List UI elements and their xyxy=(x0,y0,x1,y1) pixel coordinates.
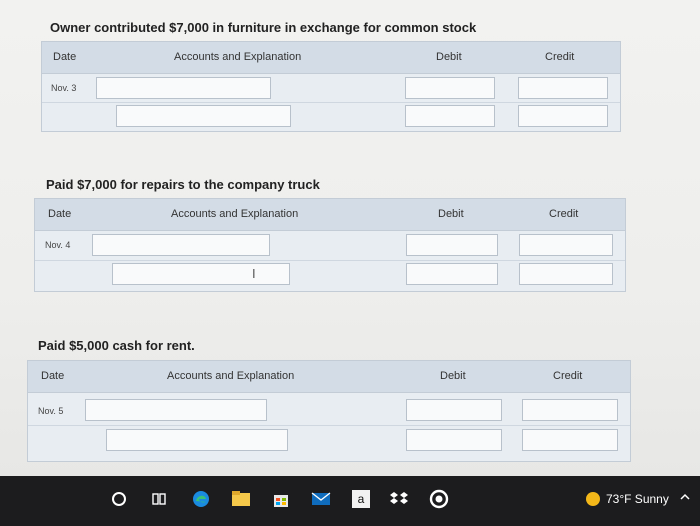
task-view-icon[interactable] xyxy=(148,488,170,510)
credit-input-1[interactable] xyxy=(518,77,608,99)
sun-icon xyxy=(586,492,600,506)
account-input-credit-3[interactable] xyxy=(106,429,288,451)
dropbox-icon[interactable] xyxy=(388,488,410,510)
browser-content: Owner contributed $7,000 in furniture in… xyxy=(0,0,700,476)
header-date: Date xyxy=(41,370,65,382)
journal-table-2-header: Date Accounts and Explanation Debit Cred… xyxy=(35,199,625,231)
header-date: Date xyxy=(48,208,72,220)
journal-table-1-header: Date Accounts and Explanation Debit Cred… xyxy=(42,42,620,74)
journal-table-1: Date Accounts and Explanation Debit Cred… xyxy=(41,41,621,132)
problem-1-prompt: Owner contributed $7,000 in furniture in… xyxy=(50,20,477,35)
header-credit: Credit xyxy=(553,370,583,382)
mail-icon[interactable] xyxy=(310,488,332,510)
header-accounts: Accounts and Explanation xyxy=(171,208,299,220)
text-cursor-icon: I xyxy=(252,266,256,281)
file-explorer-icon[interactable] xyxy=(230,488,252,510)
credit-input-2[interactable] xyxy=(519,234,613,256)
account-input-credit-1[interactable] xyxy=(116,105,291,127)
store-icon[interactable] xyxy=(270,488,292,510)
problem-3-prompt: Paid $5,000 cash for rent. xyxy=(38,338,195,353)
amazon-label: a xyxy=(352,490,370,508)
header-debit: Debit xyxy=(436,51,462,63)
weather-text: 73°F Sunny xyxy=(606,492,669,506)
header-credit: Credit xyxy=(545,51,575,63)
row-divider xyxy=(35,260,625,261)
account-input-debit-2[interactable] xyxy=(92,234,270,256)
journal-table-2: Date Accounts and Explanation Debit Cred… xyxy=(34,198,626,292)
amazon-icon[interactable]: a xyxy=(350,488,372,510)
debit-input-1[interactable] xyxy=(405,77,495,99)
search-icon[interactable] xyxy=(108,488,130,510)
debit-input-1b[interactable] xyxy=(405,105,495,127)
debit-input-2[interactable] xyxy=(406,234,498,256)
weather-widget[interactable]: 73°F Sunny xyxy=(586,492,669,506)
header-credit: Credit xyxy=(549,208,579,220)
header-accounts: Accounts and Explanation xyxy=(174,51,302,63)
credit-input-2b[interactable] xyxy=(519,263,613,285)
header-debit: Debit xyxy=(438,208,464,220)
debit-input-2b[interactable] xyxy=(406,263,498,285)
problem-2-prompt: Paid $7,000 for repairs to the company t… xyxy=(46,177,320,192)
debit-input-3b[interactable] xyxy=(406,429,502,451)
credit-input-1b[interactable] xyxy=(518,105,608,127)
credit-input-3[interactable] xyxy=(522,399,618,421)
edge-icon[interactable] xyxy=(190,488,212,510)
account-input-debit-3[interactable] xyxy=(85,399,267,421)
app-circle-icon[interactable] xyxy=(428,488,450,510)
header-accounts: Accounts and Explanation xyxy=(167,370,295,382)
header-debit: Debit xyxy=(440,370,466,382)
chevron-up-icon[interactable] xyxy=(680,490,690,504)
row-divider xyxy=(42,102,620,103)
account-input-debit-1[interactable] xyxy=(96,77,271,99)
row-divider xyxy=(28,425,630,426)
account-input-credit-2[interactable] xyxy=(112,263,290,285)
windows-taskbar: a 73°F Sunny xyxy=(0,476,700,526)
debit-input-3[interactable] xyxy=(406,399,502,421)
date-cell: Nov. 5 xyxy=(38,406,64,416)
header-date: Date xyxy=(53,51,77,63)
journal-table-3: Date Accounts and Explanation Debit Cred… xyxy=(27,360,631,462)
date-cell: Nov. 3 xyxy=(51,83,77,93)
credit-input-3b[interactable] xyxy=(522,429,618,451)
date-cell: Nov. 4 xyxy=(45,240,71,250)
journal-table-3-header: Date Accounts and Explanation Debit Cred… xyxy=(28,361,630,393)
